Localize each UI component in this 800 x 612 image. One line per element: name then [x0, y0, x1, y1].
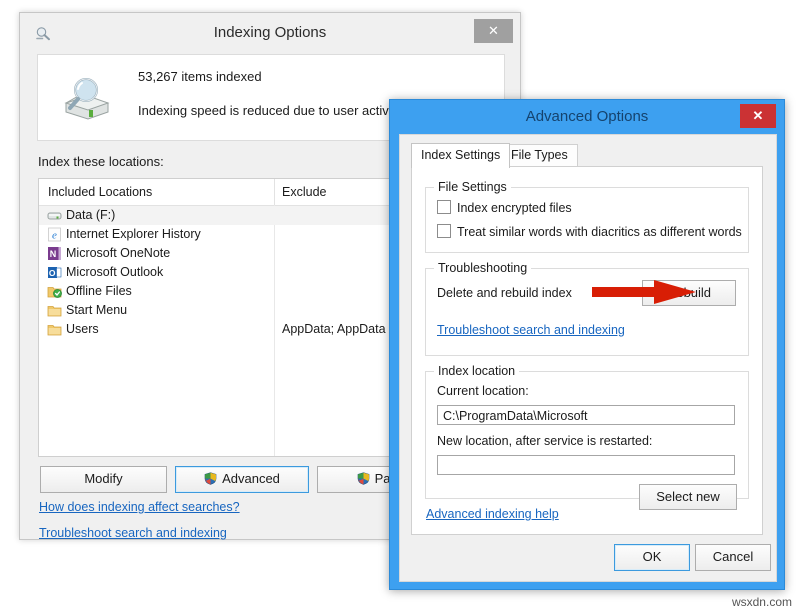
new-location-label: New location, after service is restarted… — [437, 434, 653, 448]
advanced-options-close-button[interactable]: ✕ — [740, 104, 776, 128]
how-does-indexing-affect-searches-link[interactable]: How does indexing affect searches? — [39, 500, 240, 514]
ok-button[interactable]: OK — [614, 544, 690, 571]
treat-diacritics-checkbox-row[interactable]: Treat similar words with diacritics as d… — [437, 224, 742, 239]
location-name: Internet Explorer History — [66, 227, 201, 241]
new-location-input[interactable] — [437, 455, 735, 475]
treat-diacritics-label: Treat similar words with diacritics as d… — [457, 225, 742, 239]
tab-file-types[interactable]: File Types — [501, 144, 578, 167]
modify-button[interactable]: Modify — [40, 466, 167, 493]
location-name: Start Menu — [66, 303, 128, 317]
advanced-options-client-area: Index Settings File Types File Settings … — [399, 134, 777, 582]
advanced-options-window: Advanced Options ✕ Index Settings File T… — [389, 99, 785, 590]
advanced-options-tabstrip: Index Settings File Types — [411, 143, 763, 168]
select-new-button[interactable]: Select new — [639, 484, 737, 510]
index-location-group-label: Index location — [434, 364, 520, 378]
drive-magnifier-icon — [58, 69, 114, 125]
file-settings-group: File Settings Index encrypted files Trea… — [425, 180, 749, 253]
advanced-options-title: Advanced Options — [525, 108, 649, 125]
index-settings-tab-panel: File Settings Index encrypted files Trea… — [411, 166, 763, 535]
column-header-included-locations[interactable]: Included Locations — [48, 185, 152, 199]
folder-icon — [47, 322, 62, 337]
current-location-label: Current location: — [437, 384, 529, 398]
location-exclude: AppData; AppData — [282, 322, 386, 336]
offline-folder-icon — [47, 284, 62, 299]
svg-text:e: e — [52, 230, 57, 242]
advanced-indexing-help-link[interactable]: Advanced indexing help — [426, 507, 559, 521]
location-name: Microsoft Outlook — [66, 265, 164, 279]
troubleshoot-search-and-indexing-link[interactable]: Troubleshoot search and indexing — [39, 526, 227, 540]
svg-text:N: N — [50, 249, 57, 259]
delete-and-rebuild-index-label: Delete and rebuild index — [437, 286, 572, 300]
current-location-input[interactable]: C:\ProgramData\Microsoft — [437, 405, 735, 425]
indexing-options-title: Indexing Options — [213, 24, 327, 41]
modify-button-label: Modify — [84, 471, 123, 486]
indexing-options-titlebar: Indexing Options ✕ — [20, 13, 520, 53]
cancel-button-label: Cancel — [712, 549, 754, 564]
indexing-options-close-button[interactable]: ✕ — [474, 19, 513, 43]
svg-text:O: O — [49, 268, 56, 278]
index-encrypted-files-checkbox-row[interactable]: Index encrypted files — [437, 200, 572, 215]
ie-icon: e — [47, 227, 62, 242]
troubleshooting-group-label: Troubleshooting — [434, 261, 532, 275]
troubleshoot-search-and-indexing-link-advanced[interactable]: Troubleshoot search and indexing — [437, 323, 625, 337]
folder-icon — [47, 303, 62, 318]
select-new-button-label: Select new — [656, 489, 720, 504]
location-name: Microsoft OneNote — [66, 246, 171, 260]
advanced-button[interactable]: Advanced — [175, 466, 309, 493]
location-name: Offline Files — [66, 284, 132, 298]
location-name: Data (F:) — [66, 208, 116, 222]
tab-index-settings[interactable]: Index Settings — [411, 143, 511, 168]
cancel-button[interactable]: Cancel — [695, 544, 771, 571]
red-right-arrow-annotation-icon — [592, 279, 697, 305]
shield-icon — [204, 469, 217, 485]
troubleshooting-group: Troubleshooting Delete and rebuild index… — [425, 261, 749, 356]
file-settings-group-label: File Settings — [434, 180, 511, 194]
column-divider — [274, 179, 275, 205]
index-location-group: Index location Current location: C:\Prog… — [425, 364, 749, 510]
indexing-speed-message: Indexing speed is reduced due to user ac… — [138, 103, 405, 118]
drive-icon — [47, 208, 62, 223]
index-encrypted-files-checkbox[interactable] — [437, 200, 451, 214]
index-encrypted-files-label: Index encrypted files — [457, 201, 572, 215]
index-locations-label: Index these locations: — [38, 154, 164, 169]
outlook-icon: O — [47, 265, 62, 280]
column-header-exclude[interactable]: Exclude — [282, 185, 326, 199]
onenote-icon: N — [47, 246, 62, 261]
advanced-options-titlebar: Advanced Options ✕ — [390, 100, 784, 134]
ok-button-label: OK — [642, 549, 662, 564]
advanced-button-label: Advanced — [222, 471, 280, 486]
items-indexed-text: 53,267 items indexed — [138, 69, 262, 84]
treat-diacritics-checkbox[interactable] — [437, 224, 451, 238]
screenshot-root: Indexing Options ✕ 53,267 items indexed … — [0, 0, 800, 612]
watermark: wsxdn.com — [731, 595, 792, 609]
location-name: Users — [66, 322, 99, 336]
shield-icon — [357, 469, 370, 485]
